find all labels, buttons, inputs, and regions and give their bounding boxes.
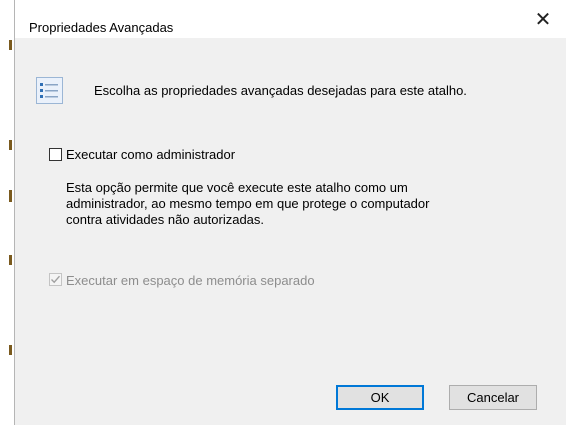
background-window-edge xyxy=(0,0,14,425)
dialog-title: Propriedades Avançadas xyxy=(29,20,174,35)
run-as-admin-checkbox[interactable] xyxy=(49,148,62,161)
description-line: Esta opção permite que você execute este… xyxy=(66,180,408,195)
background-mark xyxy=(9,255,12,265)
background-mark xyxy=(9,345,12,355)
properties-list-icon xyxy=(36,77,63,104)
cancel-button[interactable]: Cancelar xyxy=(449,385,537,410)
admin-description: Esta opção permite que você execute este… xyxy=(66,180,526,228)
title-bar[interactable]: Propriedades Avançadas ✕ xyxy=(15,0,566,38)
background-mark xyxy=(9,190,12,202)
close-icon: ✕ xyxy=(534,8,552,31)
separate-memory-label: Executar em espaço de memória separado xyxy=(66,273,315,288)
run-as-admin-label[interactable]: Executar como administrador xyxy=(66,147,235,162)
checkmark-icon xyxy=(51,275,61,284)
separate-memory-checkbox[interactable] xyxy=(49,273,62,286)
advanced-properties-dialog: Propriedades Avançadas ✕ Escolha as prop… xyxy=(14,0,566,425)
description-line: contra atividades não autorizadas. xyxy=(66,212,265,227)
background-mark xyxy=(9,40,12,50)
description-line: administrador, ao mesmo tempo em que pro… xyxy=(66,196,430,211)
background-mark xyxy=(9,140,12,150)
header-instruction: Escolha as propriedades avançadas deseja… xyxy=(94,83,467,98)
ok-button[interactable]: OK xyxy=(336,385,424,410)
close-button[interactable]: ✕ xyxy=(520,0,566,38)
